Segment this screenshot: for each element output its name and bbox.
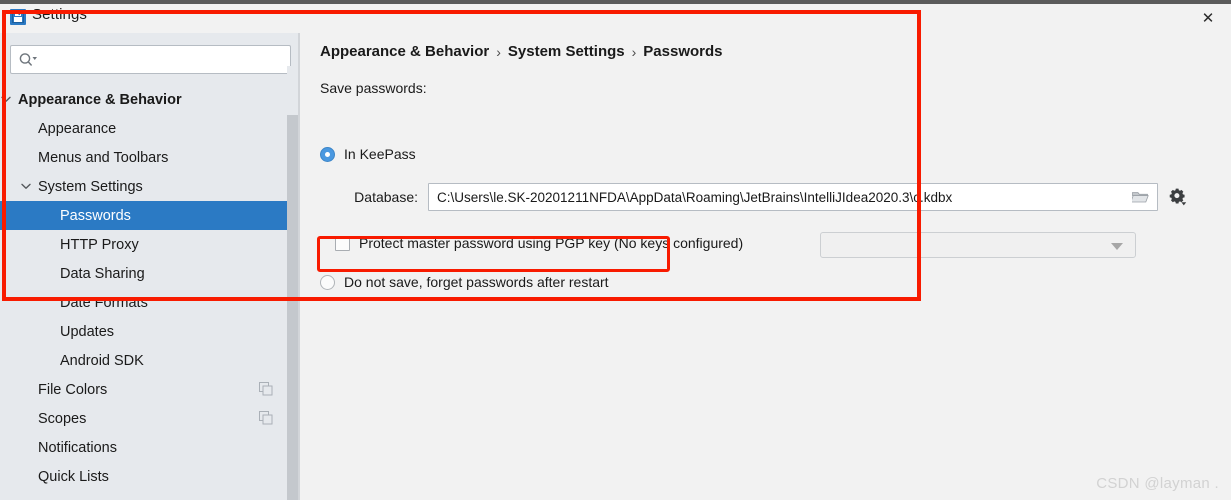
database-field[interactable]: C:\Users\le.SK-20201211NFDA\AppData\Roam…	[428, 183, 1158, 211]
settings-content: Appearance & Behavior › System Settings › Pa…	[300, 33, 1231, 500]
sidebar-item-label: Notifications	[38, 439, 117, 456]
window-top-edge	[0, 0, 1231, 4]
database-row: Database: C:\Users\le.SK-20201211NFDA\Ap…	[320, 183, 1158, 211]
chevron-down-icon[interactable]	[1111, 243, 1123, 250]
breadcrumb-part[interactable]: System Settings	[508, 43, 625, 60]
pgp-key-select[interactable]	[820, 232, 1136, 258]
pgp-checkbox-label: Protect master password using PGP key (N…	[359, 235, 744, 251]
sidebar-item-label: Updates	[60, 323, 115, 340]
search-box[interactable]	[10, 45, 291, 74]
search-input[interactable]	[43, 46, 286, 73]
sidebar-item-label: Quick Lists	[38, 468, 109, 485]
folder-open-icon[interactable]	[1130, 190, 1149, 205]
sidebar-scrollbar-thumb[interactable]	[287, 115, 298, 500]
sidebar-item-passwords[interactable]: Passwords	[0, 201, 300, 230]
sidebar-item-date-formats[interactable]: Date Formats	[0, 288, 300, 317]
sidebar-item-scopes[interactable]: Scopes	[0, 404, 300, 433]
sidebar-item-updates[interactable]: Updates	[0, 317, 300, 346]
sidebar-item-label: Scopes	[38, 410, 87, 427]
radio-in-keepass-indicator[interactable]	[320, 146, 335, 162]
radio-forget-passwords[interactable]: Do not save, forget passwords after rest…	[320, 274, 609, 290]
breadcrumb-part[interactable]: Appearance & Behavior	[320, 43, 489, 60]
sidebar-item-menus-and-toolbars[interactable]: Menus and Toolbars	[0, 143, 300, 172]
copy-icon[interactable]	[259, 382, 273, 396]
sidebar-item-quick-lists[interactable]: Quick Lists	[0, 462, 300, 491]
search-icon[interactable]	[18, 51, 40, 69]
sidebar-item-data-sharing[interactable]: Data Sharing	[0, 259, 300, 288]
sidebar-item-label: Appearance	[38, 120, 117, 137]
close-icon[interactable]: ✕	[1185, 4, 1231, 33]
sidebar-item-appearance-behavior[interactable]: Appearance & Behavior	[0, 85, 300, 114]
sidebar-item-label: Date Formats	[60, 294, 148, 311]
sidebar-item-label: Android SDK	[60, 352, 144, 369]
pgp-checkbox[interactable]	[335, 235, 350, 251]
sidebar-item-appearance[interactable]: Appearance	[0, 114, 300, 143]
settings-tree[interactable]: Appearance & Behavior Appearance Menus and…	[0, 85, 300, 491]
radio-in-keepass-label: In KeePass	[344, 146, 416, 162]
sidebar-item-label: File Colors	[38, 381, 108, 398]
sidebar-item-label: HTTP Proxy	[60, 236, 139, 253]
window-title: Settings	[32, 6, 87, 23]
pgp-checkbox-row[interactable]: Protect master password using PGP key (N…	[335, 235, 743, 251]
sidebar-item-label: Appearance & Behavior	[18, 91, 182, 108]
settings-window-icon	[10, 9, 26, 25]
radio-forget-passwords-indicator[interactable]	[320, 274, 335, 290]
breadcrumb[interactable]: Appearance & Behavior › System Settings › Pa…	[320, 43, 723, 60]
breadcrumb-part[interactable]: Passwords	[643, 43, 722, 60]
database-value[interactable]: C:\Users\le.SK-20201211NFDA\AppData\Roam…	[429, 190, 1157, 205]
radio-in-keepass[interactable]: In KeePass	[320, 146, 416, 162]
save-passwords-label: Save passwords:	[320, 80, 427, 96]
sidebar-item-notifications[interactable]: Notifications	[0, 433, 300, 462]
gear-dropdown-icon[interactable]	[1168, 187, 1188, 207]
sidebar-item-file-colors[interactable]: File Colors	[0, 375, 300, 404]
copy-icon[interactable]	[259, 411, 273, 425]
sidebar-item-label: Menus and Toolbars	[38, 149, 169, 166]
database-label: Database:	[354, 189, 418, 205]
title-bar: Settings ✕	[0, 0, 1231, 33]
breadcrumb-separator: ›	[631, 43, 637, 60]
watermark: CSDN @layman .	[1096, 475, 1219, 492]
sidebar-item-system-settings[interactable]: System Settings	[0, 172, 300, 201]
radio-forget-passwords-label: Do not save, forget passwords after rest…	[344, 274, 609, 290]
settings-sidebar: Appearance & Behavior Appearance Menus and…	[0, 33, 300, 500]
chevron-down-icon[interactable]	[0, 92, 14, 108]
sidebar-item-label: Passwords	[60, 207, 131, 224]
sidebar-item-http-proxy[interactable]: HTTP Proxy	[0, 230, 300, 259]
settings-window: Settings ✕ Appearance & Behavior Appearan…	[0, 0, 1231, 500]
sidebar-item-android-sdk[interactable]: Android SDK	[0, 346, 300, 375]
sidebar-item-label: System Settings	[38, 178, 143, 195]
chevron-down-icon[interactable]	[18, 179, 34, 195]
sidebar-item-label: Data Sharing	[60, 265, 145, 282]
breadcrumb-separator: ›	[496, 43, 501, 60]
